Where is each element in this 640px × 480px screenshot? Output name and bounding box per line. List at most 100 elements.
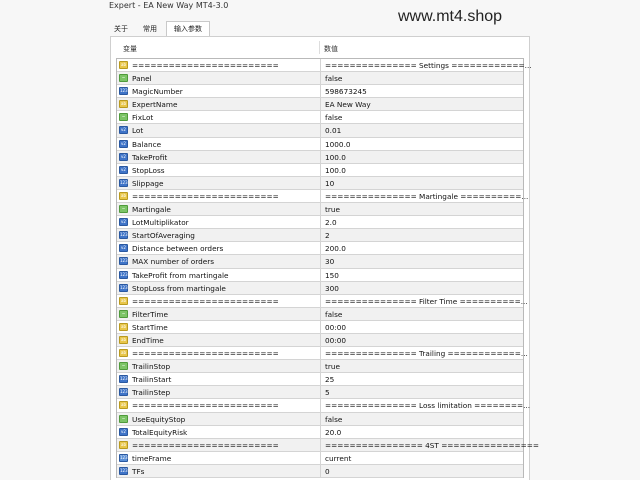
parameter-value[interactable]: 30 — [325, 257, 334, 266]
string-type-icon: ab — [119, 349, 128, 358]
parameter-value[interactable]: 300 — [325, 284, 339, 293]
parameter-value[interactable]: 00:00 — [325, 323, 346, 332]
table-row[interactable]: ab ======================== ==============… — [117, 294, 528, 308]
parameter-value[interactable]: =============== Filter Time ==========..… — [325, 297, 528, 306]
parameter-value[interactable]: true — [325, 362, 340, 371]
header-divider[interactable] — [319, 41, 320, 54]
table-row[interactable]: ab ======================== ==============… — [117, 438, 539, 452]
parameter-value[interactable]: =============== Trailing ============... — [325, 349, 528, 358]
table-row[interactable]: ~ Panel false — [117, 72, 523, 86]
parameter-value[interactable]: 0 — [325, 467, 330, 476]
table-row[interactable]: v2 TakeProfit 100.0 — [117, 150, 523, 164]
parameter-value[interactable]: 100.0 — [325, 166, 346, 175]
table-row[interactable]: 123 StartOfAveraging 2 — [117, 229, 523, 243]
parameter-value[interactable]: ================ 4ST ================ — [325, 441, 539, 450]
parameter-name: TrailinStep — [132, 388, 171, 398]
integer-type-icon: 123 — [119, 257, 128, 266]
table-row[interactable]: ab StartTime 00:00 — [117, 320, 523, 334]
column-divider — [320, 85, 321, 98]
parameter-value[interactable]: 0.01 — [325, 126, 341, 135]
column-divider — [320, 72, 321, 85]
parameter-value[interactable]: EA New Way — [325, 100, 371, 109]
parameter-value[interactable]: 10 — [325, 179, 334, 188]
parameter-value[interactable]: =============== Settings ============... — [325, 61, 532, 70]
parameter-name: ======================== — [132, 61, 279, 70]
parameter-name: timeFrame — [132, 453, 172, 463]
tab-about[interactable]: 关于 — [110, 22, 132, 36]
table-row[interactable]: v2 TotalEquityRisk 20.0 — [117, 425, 523, 439]
parameter-name: TFs — [132, 466, 145, 476]
column-divider — [320, 438, 321, 451]
parameter-value[interactable]: 2.0 — [325, 218, 337, 227]
table-row[interactable]: 123 MAX number of orders 30 — [117, 255, 523, 269]
tab-common[interactable]: 常用 — [138, 22, 162, 36]
table-row[interactable]: 123 TFs 0 — [117, 464, 523, 478]
integer-type-icon: 123 — [119, 231, 128, 240]
table-row[interactable]: ab ======================== ==============… — [117, 59, 532, 73]
parameter-name: ======================== — [132, 440, 279, 450]
table-row[interactable]: 123 TrailinStep 5 — [117, 386, 523, 400]
parameter-value[interactable]: 5 — [325, 388, 330, 397]
parameter-value[interactable]: 20.0 — [325, 428, 341, 437]
parameter-name: UseEquityStop — [132, 414, 186, 424]
column-divider — [320, 294, 321, 307]
table-row[interactable]: v2 Balance 1000.0 — [117, 137, 523, 151]
parameter-value[interactable]: current — [325, 454, 351, 463]
table-row[interactable]: 123 Slippage 10 — [117, 176, 523, 190]
table-row[interactable]: ab ======================== ==============… — [117, 189, 528, 204]
table-row[interactable]: ab ExpertName EA New Way — [117, 98, 523, 112]
double-type-icon: v2 — [119, 427, 128, 436]
string-type-icon: ab — [119, 322, 128, 331]
parameter-value[interactable]: 150 — [325, 271, 339, 280]
parameter-value[interactable]: 00:00 — [325, 336, 346, 345]
parameter-value[interactable]: =============== Loss limitation ========… — [325, 401, 530, 410]
parameter-value[interactable]: false — [325, 74, 342, 83]
table-row[interactable]: ab ======================== ==============… — [117, 347, 528, 361]
table-row[interactable]: 123 TakeProfit from martingale 150 — [117, 268, 523, 282]
parameter-name: StartOfAveraging — [132, 231, 195, 241]
parameter-value[interactable]: 1000.0 — [325, 140, 351, 149]
table-row[interactable]: 123 StopLoss from martingale 300 — [117, 281, 523, 295]
table-row[interactable]: ~ FixLot false — [117, 111, 523, 125]
parameter-value[interactable]: 25 — [325, 375, 334, 384]
parameter-value[interactable]: 200.0 — [325, 244, 346, 253]
table-row[interactable]: 123 TrailinStart 25 — [117, 373, 523, 387]
parameter-name: TrailinStart — [132, 375, 172, 385]
inputs-panel: 变量 数值 ab ======================== ========… — [110, 36, 539, 480]
table-row[interactable]: v2 Distance between orders 200.0 — [117, 242, 523, 256]
double-type-icon: v2 — [119, 139, 128, 148]
string-type-icon: ab — [119, 191, 128, 200]
table-row[interactable]: v2 LotMultiplikator 2.0 — [117, 216, 523, 230]
bool-type-icon: ~ — [119, 205, 128, 214]
parameter-value[interactable]: false — [325, 415, 342, 424]
table-row[interactable]: 123 MagicNumber 598673245 — [117, 85, 523, 99]
double-type-icon: v2 — [119, 152, 128, 161]
parameter-value[interactable]: 2 — [325, 231, 330, 240]
parameter-value[interactable]: false — [325, 310, 342, 319]
column-divider — [320, 216, 321, 229]
table-row[interactable]: ~ FilterTime false — [117, 307, 523, 321]
column-divider — [320, 412, 321, 425]
column-divider — [320, 347, 321, 360]
parameter-value[interactable]: 100.0 — [325, 153, 346, 162]
column-divider — [320, 333, 321, 347]
column-header-variable[interactable]: 变量 — [123, 44, 137, 54]
parameter-value[interactable]: 598673245 — [325, 87, 367, 96]
table-row[interactable]: ~ UseEquityStop false — [117, 412, 523, 426]
table-row[interactable]: ab ======================== ==============… — [117, 399, 530, 413]
watermark-text: www.mt4.shop — [398, 8, 503, 25]
table-row[interactable]: ~ Martingale true — [117, 203, 523, 217]
parameter-value[interactable]: true — [325, 205, 340, 214]
column-divider — [320, 150, 321, 163]
integer-type-icon: 123 — [119, 375, 128, 384]
table-row[interactable]: v2 Lot 0.01 — [117, 124, 523, 138]
table-row[interactable]: 123 timeFrame current — [117, 451, 523, 465]
parameter-value[interactable]: false — [325, 113, 342, 122]
table-row[interactable]: ~ TrailinStop true — [117, 360, 523, 374]
column-header-value[interactable]: 数值 — [324, 44, 338, 54]
parameter-value[interactable]: =============== Martingale ==========... — [325, 192, 528, 201]
window-title: Expert - EA New Way MT4-3.0 — [109, 1, 229, 10]
table-row[interactable]: v2 StopLoss 100.0 — [117, 163, 523, 177]
tab-inputs[interactable]: 输入参数 — [166, 21, 210, 37]
table-row[interactable]: ab EndTime 00:00 — [117, 333, 523, 348]
